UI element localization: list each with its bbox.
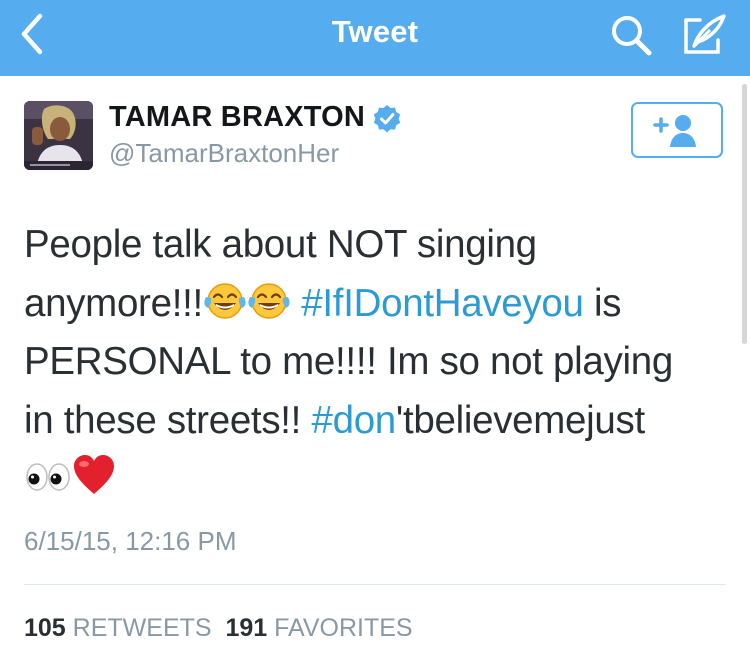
- face-with-tears-of-joy-icon: [203, 280, 247, 339]
- tweet-text-segment: anymore!!!: [24, 281, 203, 325]
- follow-button[interactable]: [631, 102, 723, 158]
- tweet-stats: 105 RETWEETS 191 FAVORITES: [24, 614, 413, 643]
- scroll-indicator: [742, 84, 747, 344]
- tweet-text: People talk about NOT singing anymore!!!…: [24, 216, 739, 509]
- favorites-stat[interactable]: 191 FAVORITES: [225, 614, 412, 642]
- add-user-icon: [653, 115, 696, 147]
- retweets-label: RETWEETS: [72, 614, 212, 642]
- tweet-line-1: People talk about NOT singing: [24, 223, 537, 266]
- verified-badge-icon: [373, 105, 401, 133]
- tweet-timestamp: 6/15/15, 12:16 PM: [24, 526, 237, 556]
- tweet-text-segment: in these streets!!: [24, 398, 312, 442]
- favorites-count: 191: [225, 614, 268, 642]
- red-heart-icon: [72, 454, 116, 514]
- face-with-tears-of-joy-icon: [247, 280, 291, 339]
- navigation-bar: Tweet: [0, 0, 750, 76]
- search-button[interactable]: [608, 12, 654, 58]
- tweet-line-2: anymore!!! #IfIDontHaveyou is: [24, 275, 739, 334]
- tweet-line-4: in these streets!! #don'tbelievemejust: [24, 392, 739, 451]
- tweet-line-3: PERSONAL to me!!!! Im so not playing: [24, 340, 673, 383]
- tweet-text-segment: 'tbelievemejust: [395, 398, 645, 442]
- compose-button[interactable]: [680, 10, 728, 58]
- favorites-label: FAVORITES: [274, 614, 413, 642]
- avatar-photo: [24, 101, 93, 170]
- search-icon: [612, 16, 652, 56]
- tweet-text-segment: is: [583, 281, 622, 325]
- hashtag-link[interactable]: #don: [311, 399, 396, 442]
- tweet-line-5: [24, 450, 739, 509]
- retweets-stat[interactable]: 105 RETWEETS: [24, 614, 212, 642]
- divider: [24, 584, 726, 585]
- hashtag-link[interactable]: #IfIDontHaveyou: [301, 282, 584, 325]
- author-avatar[interactable]: [24, 101, 93, 170]
- retweets-count: 105: [24, 614, 66, 642]
- author-name[interactable]: TAMAR BRAXTON: [109, 101, 365, 134]
- compose-quill-icon: [684, 14, 726, 54]
- author-handle[interactable]: @TamarBraxtonHer: [109, 138, 339, 169]
- eyes-icon: [24, 455, 72, 514]
